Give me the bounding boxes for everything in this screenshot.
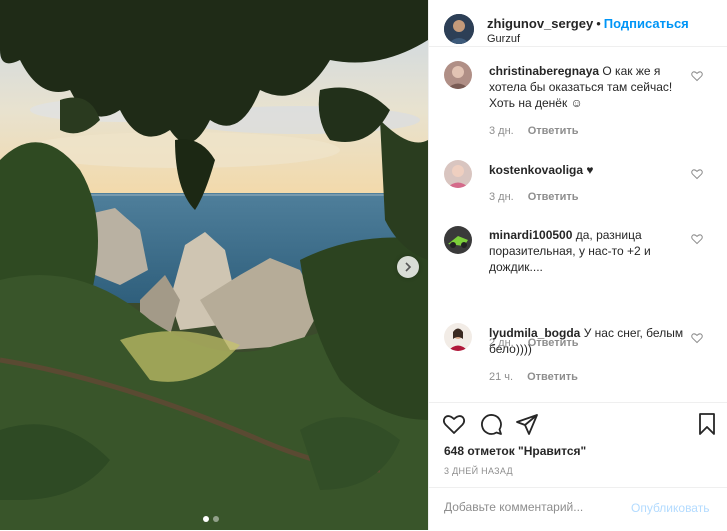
comment-text: minardi100500 да, разница поразительная,… <box>489 227 684 275</box>
comment-time[interactable]: 3 дн. <box>489 125 514 137</box>
reply-button[interactable]: Ответить <box>528 125 579 137</box>
comment-username[interactable]: christinaberegnaya <box>489 64 599 78</box>
post-sidebar: zhigunov_sergey • Подписаться Gurzuf chris… <box>428 0 727 530</box>
comment-time[interactable]: 3 дн. <box>489 191 514 203</box>
like-comment-heart-icon[interactable] <box>691 70 703 82</box>
commenter-avatar-icon[interactable] <box>444 160 472 188</box>
comment-text: christinaberegnaya О как же я хотела бы … <box>489 63 684 111</box>
commenter-avatar-icon[interactable] <box>444 226 472 254</box>
comment-username[interactable]: kostenkovaoliga <box>489 163 583 177</box>
like-comment-heart-icon[interactable] <box>691 168 703 180</box>
like-comment-heart-icon[interactable] <box>691 332 703 344</box>
reply-button[interactable]: Ответить <box>527 371 578 383</box>
comment-body: ♥ <box>586 163 594 177</box>
carousel-dot-active <box>203 516 209 522</box>
carousel-next-button[interactable] <box>397 256 419 278</box>
commenter-avatar-icon[interactable] <box>444 61 472 89</box>
comments-list: christinaberegnaya О как же я хотела бы … <box>429 47 727 402</box>
comment-meta: 3 дн. Ответить <box>489 125 579 137</box>
comment-icon[interactable] <box>479 412 503 436</box>
comment-meta: 3 дн. Ответить <box>489 191 579 203</box>
likes-count[interactable]: 648 отметок "Нравится" <box>444 444 586 458</box>
carousel-dot <box>213 516 219 522</box>
header-separator: • <box>596 16 601 31</box>
location-link[interactable]: Gurzuf <box>487 33 520 45</box>
landscape-image <box>0 0 428 530</box>
publish-button[interactable]: Опубликовать <box>631 501 709 515</box>
comment-text: lyudmila_bogda У нас снег, белым бело)))… <box>489 325 684 357</box>
post-date[interactable]: 3 ДНЕЙ НАЗАД <box>444 466 513 476</box>
follow-button[interactable]: Подписаться <box>604 16 689 31</box>
post-photo[interactable] <box>0 0 428 530</box>
post-author: zhigunov_sergey • Подписаться <box>487 16 689 31</box>
comment-time[interactable]: 21 ч. <box>489 371 513 383</box>
bookmark-icon[interactable] <box>695 412 719 436</box>
comment-text: kostenkovaoliga ♥ <box>489 162 684 178</box>
author-username[interactable]: zhigunov_sergey <box>487 16 593 31</box>
comment-username[interactable]: lyudmila_bogda <box>489 326 580 340</box>
comment-username[interactable]: minardi100500 <box>489 228 572 242</box>
comment-meta: 21 ч. Ответить <box>489 371 578 383</box>
carousel-indicator <box>203 516 219 522</box>
share-icon[interactable] <box>515 412 539 436</box>
heart-icon[interactable] <box>442 412 466 436</box>
commenter-avatar-icon[interactable] <box>444 323 472 351</box>
reply-button[interactable]: Ответить <box>528 191 579 203</box>
chevron-right-icon <box>405 262 412 272</box>
post-header: zhigunov_sergey • Подписаться Gurzuf <box>429 0 727 47</box>
comment-input[interactable] <box>444 500 629 514</box>
like-comment-heart-icon[interactable] <box>691 233 703 245</box>
user-avatar-icon[interactable] <box>444 14 474 44</box>
add-comment-bar: Опубликовать <box>429 487 727 531</box>
